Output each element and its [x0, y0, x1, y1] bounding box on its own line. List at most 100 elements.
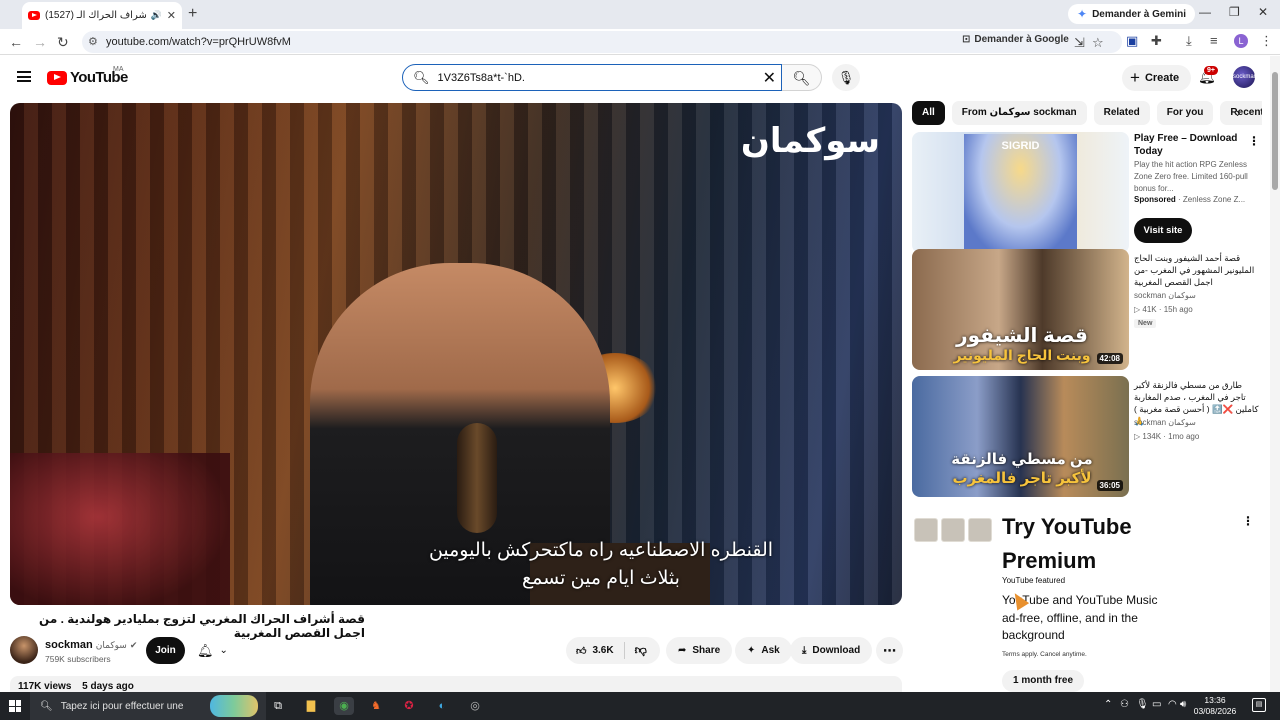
promo-terms: Terms apply. Cancel anytime.	[1002, 651, 1087, 658]
page-scrollbar[interactable]	[1270, 56, 1280, 692]
display-icon[interactable]: ▭	[1152, 699, 1161, 710]
visit-site-button[interactable]: Visit site	[1134, 218, 1192, 243]
arrow-left-icon[interactable]: ←	[9, 34, 23, 50]
tray-app-icon[interactable]: ⚇	[1120, 699, 1129, 710]
windows-start-icon[interactable]	[9, 700, 21, 712]
search-icon: 🔍︎	[792, 70, 811, 86]
subscribe-bell-button[interactable]: 🔔︎ ⌄	[193, 637, 239, 664]
site-info-icon[interactable]: ⚙	[88, 35, 98, 48]
ad-thumbnail[interactable]: SIGRID	[912, 132, 1129, 253]
account-avatar[interactable]: sockman	[1233, 66, 1257, 88]
thumb-text-line-2: لأكبر تاجر فالمغرب	[952, 470, 1092, 487]
volume-icon[interactable]: 🔊︎	[1180, 699, 1186, 710]
ask-gemini-button[interactable]: ✦ Demander à Gemini	[1068, 4, 1195, 24]
chip-all[interactable]: All	[912, 101, 945, 125]
one-month-free-button[interactable]: 1 month free	[1002, 670, 1085, 692]
network-icon[interactable]: ◠	[1168, 699, 1177, 710]
mic-icon[interactable]: 🎙︎	[832, 64, 860, 91]
channel-watermark: سوكمان	[740, 121, 880, 161]
more-actions-button[interactable]: ⋯	[876, 637, 903, 664]
install-app-icon[interactable]: ⇲	[1074, 35, 1085, 51]
search-input[interactable]	[437, 71, 758, 84]
sparkle-icon: ✦	[747, 645, 756, 656]
dislike-button[interactable]: 👎︎	[625, 643, 657, 658]
ask-google-button[interactable]: ⊡ Demander à Google	[962, 34, 1069, 45]
clock-time: 13:36	[1204, 695, 1226, 705]
related-title[interactable]: قصة أحمد الشيفور وبنت الحاج المليونير ال…	[1134, 252, 1259, 288]
arrow-right-icon[interactable]: →	[33, 34, 47, 50]
ad-title[interactable]: Play Free – Download Today	[1134, 132, 1244, 158]
kebab-menu-icon[interactable]: ⋮	[1248, 134, 1260, 148]
new-badge: New	[1134, 319, 1157, 328]
obs-icon[interactable]: ◎	[465, 697, 485, 715]
task-view-icon[interactable]: ⧉	[268, 697, 288, 715]
chrome-icon[interactable]: ◉	[334, 697, 354, 715]
related-video[interactable]: قصة الشيفور وبنت الحاج المليونير 42:08 ق…	[912, 249, 1272, 371]
download-button[interactable]: ⤓ Download	[790, 637, 873, 664]
chip-for-you[interactable]: For you	[1156, 101, 1214, 125]
system-clock[interactable]: 13:36 03/08/2026	[1190, 695, 1240, 717]
gemini-sparkle-icon: ✦	[1077, 7, 1088, 21]
browser-menu-icon[interactable]: ⋮	[1260, 33, 1273, 49]
chevron-right-icon[interactable]: ›	[1236, 105, 1240, 120]
ask-button[interactable]: ✦ Ask	[735, 637, 792, 664]
channel-avatar[interactable]	[10, 636, 38, 664]
video-thumbnail[interactable]: من مسطي فالزنقة لأكبر تاجر فالمغرب 36:05	[912, 376, 1129, 497]
chip-from-channel[interactable]: From سوكمان sockman	[951, 101, 1087, 125]
kebab-menu-icon[interactable]: ⋮	[1242, 514, 1254, 528]
caption-line-2: بثلاث ايام مين تسمع	[522, 568, 680, 589]
profile-avatar[interactable]: L	[1234, 34, 1248, 48]
notification-center-icon[interactable]: ▤	[1252, 698, 1266, 712]
clear-search-icon[interactable]: ✕	[763, 68, 776, 88]
search-button[interactable]: 🔍︎	[782, 64, 822, 91]
create-button[interactable]: + Create	[1122, 65, 1192, 91]
mic-icon[interactable]: 🎙︎	[1136, 699, 1149, 710]
file-explorer-icon[interactable]: ▇	[301, 697, 321, 715]
filter-chip-bar: All From سوكمان sockman Related For you …	[912, 101, 1262, 125]
video-player[interactable]: سوكمان القنطره الاصطناعيه راه ماكتحركش ب…	[10, 103, 902, 605]
upload-age: 5 days ago	[82, 681, 134, 692]
search-box[interactable]: 🔍︎ ✕	[402, 64, 782, 91]
brave-icon[interactable]: ♞	[366, 697, 386, 715]
media-control-icon[interactable]: ≡	[1210, 33, 1218, 48]
sponsored-card[interactable]: SIGRID Play Free – Download Today Play t…	[912, 132, 1272, 254]
share-button[interactable]: ➦ Share	[666, 637, 733, 664]
duration-badge: 36:05	[1096, 480, 1123, 491]
youtube-play-icon	[47, 70, 67, 85]
browser-toolbar: ← → ↻ ⚙ youtube.com/watch?v=prQHrUW8fvM …	[0, 29, 1280, 55]
join-button[interactable]: Join	[146, 637, 185, 664]
taskbar-search[interactable]: 🔍︎ Tapez ici pour effectuer une	[30, 692, 266, 720]
related-meta: ▷ 134K · 1mo ago	[1134, 432, 1200, 441]
speaker-icon[interactable]: 🔊	[151, 10, 162, 21]
browser-tab[interactable]: (1527) قصة أشراف الحراك الـ 🔊 ✕	[22, 2, 182, 29]
close-tab-icon[interactable]: ✕	[167, 9, 176, 22]
scrollbar-thumb[interactable]	[1272, 72, 1278, 190]
channel-name[interactable]: sockman سوكمان ✔	[45, 639, 137, 651]
chip-related[interactable]: Related	[1093, 101, 1150, 125]
bookmark-star-icon[interactable]: ☆	[1092, 35, 1104, 51]
clock-date: 03/08/2026	[1193, 706, 1237, 716]
address-bar[interactable]: ⚙ youtube.com/watch?v=prQHrUW8fvM ⊡ Dema…	[82, 31, 1122, 53]
reload-icon[interactable]: ↻	[57, 34, 69, 51]
hamburger-menu-icon[interactable]	[17, 71, 31, 82]
edge-icon[interactable]: ◐	[432, 697, 452, 715]
related-channel[interactable]: sockman سوكمان	[1134, 291, 1196, 300]
close-window-button[interactable]: ✕	[1258, 5, 1268, 19]
app-icon[interactable]: ✪	[399, 697, 419, 715]
new-tab-button[interactable]: +	[188, 5, 197, 23]
download-icon: ⤓	[802, 645, 807, 656]
chip-recently-uploaded[interactable]: Recently uploaded	[1220, 101, 1262, 125]
minimize-button[interactable]: —	[1199, 5, 1211, 19]
related-video[interactable]: من مسطي فالزنقة لأكبر تاجر فالمغرب 36:05…	[912, 376, 1272, 498]
extension-icon[interactable]: ▣	[1126, 33, 1138, 49]
extensions-puzzle-icon[interactable]: ✚	[1151, 33, 1162, 49]
video-thumbnail[interactable]: قصة الشيفور وبنت الحاج المليونير 42:08	[912, 249, 1129, 370]
like-count: 3.6K	[592, 645, 614, 656]
maximize-button[interactable]: ❐	[1229, 5, 1240, 19]
related-meta: ▷ 41K · 15h ago	[1134, 305, 1193, 314]
download-label: Download	[812, 645, 861, 656]
related-channel[interactable]: sockman سوكمان	[1134, 418, 1196, 427]
chevron-up-icon[interactable]: ⌃	[1104, 699, 1112, 710]
download-icon[interactable]: ⤓	[1186, 33, 1192, 49]
like-button[interactable]: 👍︎ 3.6K	[566, 642, 625, 659]
